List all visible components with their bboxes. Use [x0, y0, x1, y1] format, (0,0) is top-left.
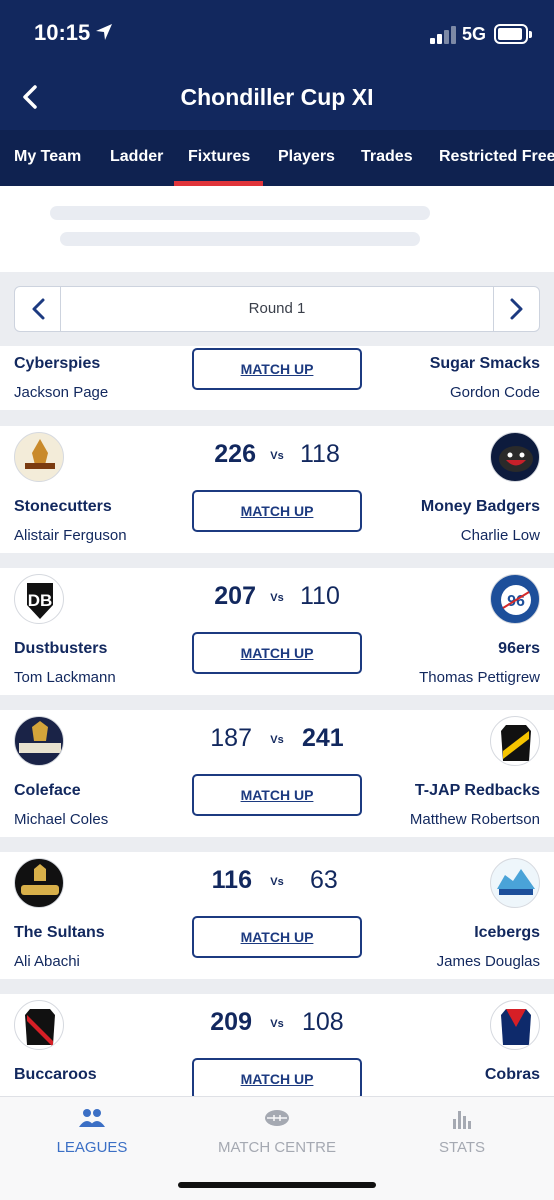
nav-stats-label: STATS: [438, 1139, 486, 1156]
home-score: 207: [214, 582, 256, 610]
app-header: 10:15 5G Chondiller Cup XI: [0, 0, 554, 130]
fixture-card: 209 Vs 108 Buccaroos MATCH UP Cobras: [0, 994, 554, 1096]
tab-trades[interactable]: Trades: [361, 148, 413, 166]
redbacks-guernsey-logo: [490, 716, 540, 766]
home-coach-name: Tom Lackmann: [14, 669, 116, 686]
vs-label: Vs: [270, 450, 284, 462]
vs-label: Vs: [270, 1018, 284, 1030]
buccaroos-guernsey-logo: [14, 1000, 64, 1050]
home-coach-name: Ali Abachi: [14, 953, 80, 970]
home-team-name[interactable]: Buccaroos: [14, 1066, 97, 1084]
vs-label: Vs: [270, 734, 284, 746]
sultans-logo: [14, 858, 64, 908]
bar-chart-icon: [453, 1111, 471, 1129]
tab-restricted-free[interactable]: Restricted Free: [439, 148, 554, 166]
svg-text:DB: DB: [28, 591, 53, 610]
page-title: Chondiller Cup XI: [180, 84, 374, 110]
money-badgers-logo: [490, 432, 540, 482]
round-label: Round 1: [248, 300, 306, 317]
away-score: 63: [310, 866, 338, 894]
home-coach-name: Alistair Ferguson: [14, 527, 127, 544]
home-team-name[interactable]: Stonecutters: [14, 498, 112, 516]
icebergs-logo: [490, 858, 540, 908]
away-score: 118: [300, 440, 340, 468]
football-icon: [265, 1110, 289, 1126]
away-team-name[interactable]: T-JAP Redbacks: [415, 782, 540, 800]
nav-leagues-label: LEAGUES: [56, 1139, 128, 1156]
away-team-name[interactable]: Icebergs: [474, 924, 540, 942]
away-coach-name: Gordon Code: [449, 384, 540, 401]
battery-icon: [494, 24, 532, 44]
signal-icon: [430, 26, 456, 44]
dustbusters-logo: DB: [14, 574, 64, 624]
location-arrow-icon: [96, 24, 112, 40]
match-up-button[interactable]: MATCH UP: [192, 916, 362, 958]
tab-my-team[interactable]: My Team: [14, 148, 81, 166]
fixture-card: Cyberspies Jackson Page MATCH UP Sugar S…: [0, 346, 554, 410]
nav-match-centre[interactable]: MATCH CENTRE: [185, 1097, 369, 1177]
tab-fixtures[interactable]: Fixtures: [188, 148, 250, 166]
home-team-name[interactable]: Dustbusters: [14, 640, 107, 658]
home-team-name[interactable]: Cyberspies: [14, 355, 100, 373]
away-coach-name: Thomas Pettigrew: [419, 669, 540, 686]
home-score: 116: [211, 866, 252, 894]
cobras-guernsey-logo: [490, 1000, 540, 1050]
away-team-name[interactable]: Money Badgers: [421, 498, 540, 516]
away-team-name[interactable]: Sugar Smacks: [430, 355, 540, 373]
96ers-logo: 96: [490, 574, 540, 624]
away-team-name[interactable]: Cobras: [485, 1066, 540, 1084]
stonecutters-logo: [14, 432, 64, 482]
nav-match-centre-label: MATCH CENTRE: [217, 1139, 337, 1156]
home-score: 226: [214, 440, 256, 468]
match-up-button[interactable]: MATCH UP: [192, 632, 362, 674]
fixture-card: 187 Vs 241 Coleface Michael Coles MATCH …: [0, 710, 554, 837]
home-coach-name: Michael Coles: [14, 811, 109, 828]
home-indicator: [178, 1182, 376, 1188]
match-up-button[interactable]: MATCH UP: [192, 774, 362, 816]
away-score: 108: [302, 1008, 344, 1036]
vs-label: Vs: [270, 876, 284, 888]
fixture-card: DB 207 Vs 110 96 Dustbusters Tom Lackman…: [0, 568, 554, 695]
chevron-left-icon: [32, 298, 45, 320]
away-team-name[interactable]: 96ers: [498, 640, 540, 658]
tab-players[interactable]: Players: [278, 148, 335, 166]
away-coach-name: Charlie Low: [460, 527, 540, 544]
next-round-button[interactable]: [493, 287, 539, 331]
match-up-button[interactable]: MATCH UP: [192, 1058, 362, 1096]
fixture-card: 116 Vs 63 The Sultans Ali Abachi MATCH U…: [0, 852, 554, 979]
chevron-right-icon: [510, 298, 523, 320]
nav-leagues[interactable]: LEAGUES: [0, 1097, 184, 1177]
home-score: 187: [210, 724, 252, 752]
status-time: 10:15: [34, 20, 91, 45]
away-coach-name: Matthew Robertson: [409, 811, 540, 828]
match-up-button[interactable]: MATCH UP: [192, 490, 362, 532]
away-score: 110: [300, 582, 340, 610]
home-team-name[interactable]: The Sultans: [14, 924, 105, 942]
fixture-card: 226 Vs 118 Stonecutters Alistair Ferguso…: [0, 426, 554, 553]
home-score: 209: [210, 1008, 252, 1036]
home-team-name[interactable]: Coleface: [14, 782, 81, 800]
ad-banner[interactable]: [0, 186, 554, 272]
vs-label: Vs: [270, 592, 284, 604]
status-bar: 10:15 5G: [0, 0, 554, 66]
away-coach-name: James Douglas: [436, 953, 540, 970]
away-score: 241: [302, 724, 344, 752]
match-up-button[interactable]: MATCH UP: [192, 348, 362, 390]
previous-round-button[interactable]: [15, 287, 61, 331]
nav-stats[interactable]: STATS: [370, 1097, 554, 1177]
home-coach-name: Jackson Page: [14, 384, 109, 401]
network-label: 5G: [462, 24, 487, 44]
tab-ladder[interactable]: Ladder: [110, 148, 163, 166]
blurred-banner-graphic: [50, 206, 430, 246]
round-selector: Round 1: [14, 286, 540, 332]
league-tabs: My Team Ladder Fixtures Players Trades R…: [0, 130, 554, 186]
coleface-logo: [14, 716, 64, 766]
users-icon: [79, 1109, 105, 1127]
